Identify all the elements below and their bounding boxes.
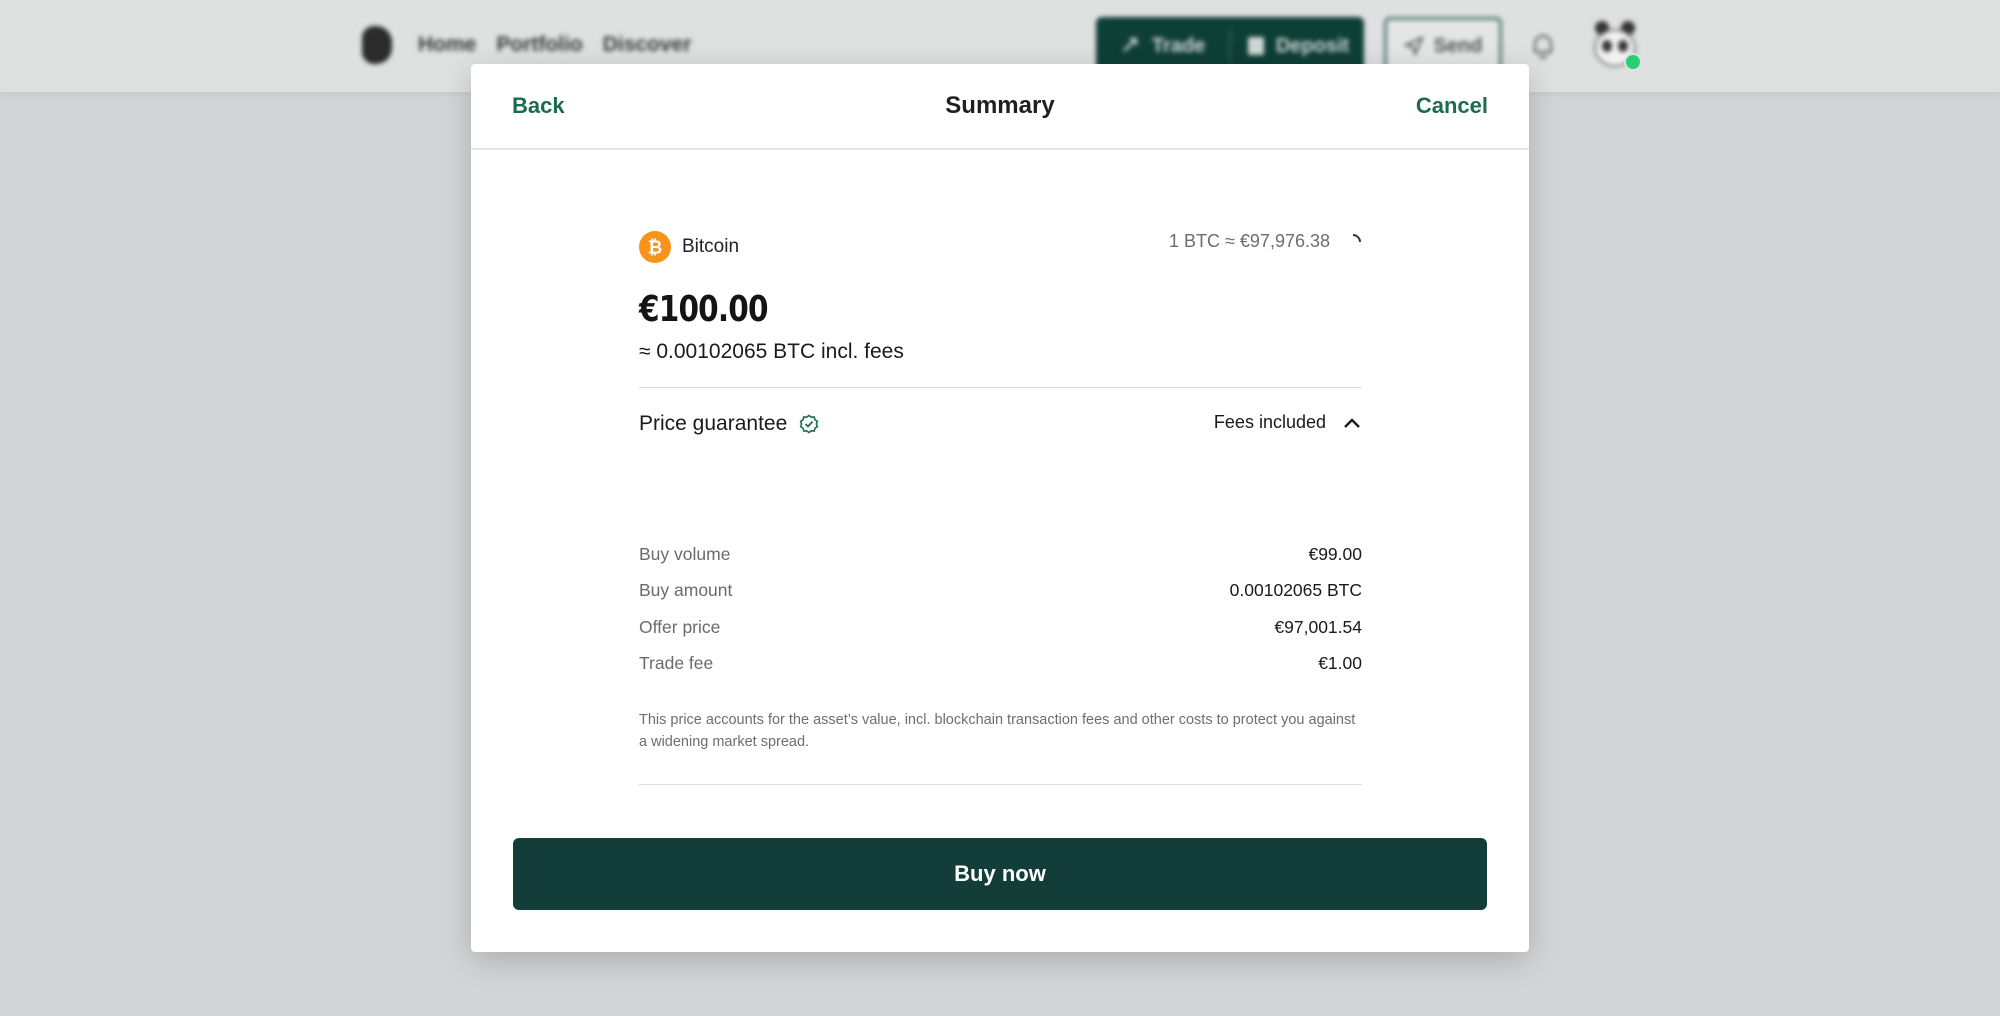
bitcoin-icon: ₿: [639, 231, 671, 263]
modal-header: Back Summary Cancel: [471, 64, 1529, 150]
detail-row-offer-price: Offer price €97,001.54: [639, 617, 1362, 643]
exchange-rate: 1 BTC ≈ €97,976.38: [1169, 231, 1362, 252]
rate-text: 1 BTC ≈ €97,976.38: [1169, 231, 1330, 251]
nav-item-portfolio[interactable]: Portfolio: [496, 33, 582, 57]
modal-title: Summary: [945, 92, 1055, 119]
asset-name: Bitcoin: [682, 236, 740, 257]
main-nav: Home Portfolio Discover: [418, 33, 691, 57]
send-icon: [1403, 36, 1424, 56]
trade-label: Trade: [1151, 34, 1206, 57]
detail-row-trade-fee: Trade fee €1.00: [639, 653, 1362, 679]
buy-now-button[interactable]: Buy now: [513, 838, 1487, 910]
price-guarantee: Price guarantee: [639, 412, 819, 436]
detail-label: Offer price: [639, 617, 721, 637]
detail-label: Buy amount: [639, 580, 733, 600]
cancel-button[interactable]: Cancel: [1416, 93, 1488, 119]
deposit-icon: [1247, 37, 1264, 55]
send-label: Send: [1433, 34, 1483, 57]
trade-button[interactable]: Trade: [1096, 35, 1229, 58]
detail-row-buy-amount: Buy amount 0.00102065 BTC: [639, 580, 1362, 606]
detail-label: Trade fee: [639, 653, 714, 673]
nav-item-home[interactable]: Home: [418, 33, 476, 57]
verified-badge-icon[interactable]: [799, 414, 819, 434]
fees-included-label: Fees included: [1213, 412, 1326, 432]
price-guarantee-row: Price guarantee Fees included: [639, 410, 1362, 440]
nav-item-discover[interactable]: Discover: [603, 33, 692, 57]
divider: [639, 784, 1362, 785]
detail-value: €97,001.54: [1274, 617, 1362, 637]
amount-btc-equivalent: ≈ 0.00102065 BTC incl. fees: [639, 340, 904, 363]
divider: [639, 387, 1362, 388]
bell-icon[interactable]: [1530, 32, 1556, 60]
price-guarantee-note: This price accounts for the asset’s valu…: [639, 712, 1356, 750]
app-logo: [362, 26, 392, 64]
loading-spinner-icon: [1352, 233, 1361, 242]
detail-value: 0.00102065 BTC: [1229, 580, 1362, 600]
detail-value: €1.00: [1318, 653, 1362, 673]
summary-modal: Back Summary Cancel ₿ Bitcoin 1 BTC ≈ €9…: [471, 64, 1529, 952]
swap-icon: [1122, 37, 1138, 52]
amount-value: €100.00: [639, 289, 769, 330]
detail-label: Buy volume: [639, 544, 731, 564]
asset-row: ₿ Bitcoin: [639, 231, 739, 263]
detail-row-buy-volume: Buy volume €99.00: [639, 544, 1362, 570]
price-guarantee-label: Price guarantee: [639, 412, 788, 435]
deposit-button[interactable]: Deposit: [1231, 35, 1364, 58]
online-status-dot: [1624, 53, 1642, 71]
detail-value: €99.00: [1308, 544, 1362, 564]
deposit-label: Deposit: [1275, 34, 1350, 57]
svg-text:₿: ₿: [648, 238, 663, 259]
fees-included-toggle[interactable]: Fees included: [1214, 412, 1362, 433]
chevron-up-icon: [1344, 417, 1360, 428]
